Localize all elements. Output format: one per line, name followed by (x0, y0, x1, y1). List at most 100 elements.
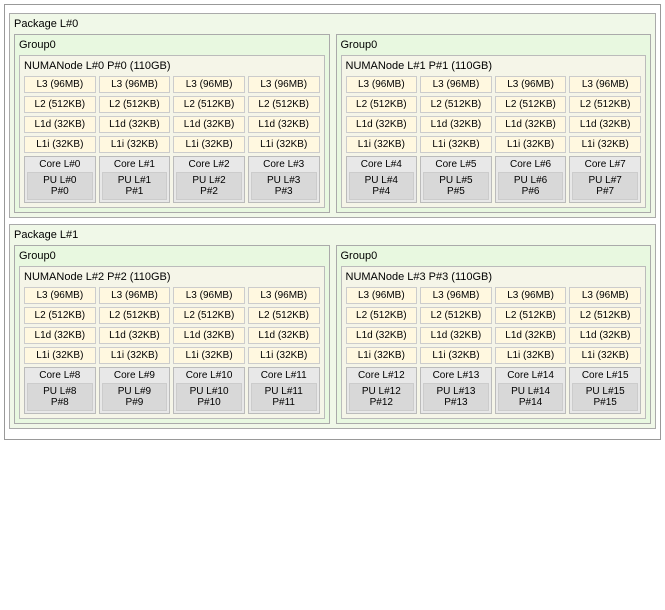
cache-cell-1-1-3-2: L1i (32KB) (495, 347, 567, 364)
cache-cell-0-0-1-0: L2 (512KB) (24, 96, 96, 113)
group-1-0: Group0NUMANode L#2 P#2 (110GB)L3 (96MB)L… (14, 245, 330, 424)
package-inner-1: Group0NUMANode L#2 P#2 (110GB)L3 (96MB)L… (14, 245, 651, 424)
cache-cell-0-1-1-1: L2 (512KB) (420, 96, 492, 113)
cache-cell-1-0-1-0: L2 (512KB) (24, 307, 96, 324)
numa-1-0: NUMANode L#2 P#2 (110GB)L3 (96MB)L3 (96M… (19, 266, 325, 419)
cache-cell-1-1-3-0: L1i (32KB) (346, 347, 418, 364)
core-title-1-1-3: Core L#15 (572, 370, 638, 381)
cache-cell-1-0-3-2: L1i (32KB) (173, 347, 245, 364)
cache-cell-0-0-2-3: L1d (32KB) (248, 116, 320, 133)
cache-cell-1-0-0-3: L3 (96MB) (248, 287, 320, 304)
cache-cell-1-0-2-3: L1d (32KB) (248, 327, 320, 344)
pu-box-0-1-0: PU L#4P#4 (349, 172, 415, 200)
core-box-1-0-0: Core L#8PU L#8P#8 (24, 367, 96, 414)
core-box-0-0-2: Core L#2 PU L#2P#2 (173, 156, 245, 203)
pu-box-0-0-0: PU L#0P#0 (27, 172, 93, 200)
cache-cell-0-0-1-1: L2 (512KB) (99, 96, 171, 113)
cores-row-0-0: Core L#0PU L#0P#0Core L#1PU L#1P#1Core L… (24, 156, 320, 203)
cache-cell-1-0-1-2: L2 (512KB) (173, 307, 245, 324)
packages-container: Package L#0 Group0 NUMANode L#0 P#0 (110GB… (9, 13, 656, 429)
cache-cell-0-0-0-2: L3 (96MB) (173, 76, 245, 93)
pu-box-1-1-2: PU L#14P#14 (498, 383, 564, 411)
cache-cell-0-1-2-1: L1d (32KB) (420, 116, 492, 133)
cache-cell-1-0-3-1: L1i (32KB) (99, 347, 171, 364)
cache-cell-0-1-2-3: L1d (32KB) (569, 116, 641, 133)
numa-title-0-1: NUMANode L#1 P#1 (110GB) (346, 60, 642, 72)
cache-cell-1-1-0-0: L3 (96MB) (346, 287, 418, 304)
numa-title-1-1: NUMANode L#3 P#3 (110GB) (346, 271, 642, 283)
core-title-0-1-3: Core L#7 (572, 159, 638, 170)
cache-cell-0-0-3-1: L1i (32KB) (99, 136, 171, 153)
machine-box: Package L#0 Group0 NUMANode L#0 P#0 (110GB… (4, 4, 661, 440)
package-title-0: Package L#0 (14, 18, 651, 30)
core-title-0-1-1: Core L#5 (423, 159, 489, 170)
pu-box-0-1-3: PU L#7P#7 (572, 172, 638, 200)
cache-cell-0-0-0-1: L3 (96MB) (99, 76, 171, 93)
core-box-1-1-3: Core L#15PU L#15P#15 (569, 367, 641, 414)
core-title-1-1-2: Core L#14 (498, 370, 564, 381)
package-title-1: Package L#1 (14, 229, 651, 241)
cache-row-0-1-3: L1i (32KB)L1i (32KB)L1i (32KB)L1i (32KB) (346, 136, 642, 153)
cache-cell-0-1-2-2: L1d (32KB) (495, 116, 567, 133)
core-title-1-0-0: Core L#8 (27, 370, 93, 381)
package-inner-0: Group0NUMANode L#0 P#0 (110GB)L3 (96MB)L… (14, 34, 651, 213)
group-0-0: Group0NUMANode L#0 P#0 (110GB)L3 (96MB)L… (14, 34, 330, 213)
core-title-0-1-0: Core L#4 (349, 159, 415, 170)
group-0-1: Group0NUMANode L#1 P#1 (110GB)L3 (96MB)L… (336, 34, 652, 213)
numa-1-1: NUMANode L#3 P#3 (110GB)L3 (96MB)L3 (96M… (341, 266, 647, 419)
core-title-1-0-2: Core L#10 (176, 370, 242, 381)
cache-cell-1-0-1-1: L2 (512KB) (99, 307, 171, 324)
cores-row-1-1: Core L#12 PU L#12P#12 Core L#13 PU L#13P#13… (346, 367, 642, 414)
cache-cell-0-1-1-2: L2 (512KB) (495, 96, 567, 113)
cache-cell-0-1-3-0: L1i (32KB) (346, 136, 418, 153)
cache-cell-0-0-1-2: L2 (512KB) (173, 96, 245, 113)
core-title-0-0-3: Core L#3 (251, 159, 317, 170)
cache-cell-1-1-2-3: L1d (32KB) (569, 327, 641, 344)
cache-cell-1-1-1-2: L2 (512KB) (495, 307, 567, 324)
cache-cell-0-1-0-0: L3 (96MB) (346, 76, 418, 93)
pu-box-0-0-2: PU L#2P#2 (176, 172, 242, 200)
numa-title-0-0: NUMANode L#0 P#0 (110GB) (24, 60, 320, 72)
core-box-1-1-2: Core L#14 PU L#14P#14 (495, 367, 567, 414)
cache-row-1-0-3: L1i (32KB)L1i (32KB)L1i (32KB)L1i (32KB) (24, 347, 320, 364)
package-1: Package L#1 Group0NUMANode L#2 P#2 (110GB… (9, 224, 656, 429)
cache-cell-0-0-0-0: L3 (96MB) (24, 76, 96, 93)
cache-cell-1-0-2-0: L1d (32KB) (24, 327, 96, 344)
core-box-1-0-1: Core L#9PU L#9P#9 (99, 367, 171, 414)
cache-cell-1-0-2-1: L1d (32KB) (99, 327, 171, 344)
group-title-0-0: Group0 (19, 39, 325, 51)
cache-cell-1-0-1-3: L2 (512KB) (248, 307, 320, 324)
pu-box-1-1-1: PU L#13P#13 (423, 383, 489, 411)
core-title-1-1-0: Core L#12 (349, 370, 415, 381)
cache-row-0-1-2: L1d (32KB)L1d (32KB)L1d (32KB)L1d (32KB) (346, 116, 642, 133)
core-box-0-0-1: Core L#1PU L#1P#1 (99, 156, 171, 203)
cache-cell-1-0-0-2: L3 (96MB) (173, 287, 245, 304)
cache-row-0-0-1: L2 (512KB)L2 (512KB)L2 (512KB)L2 (512KB) (24, 96, 320, 113)
numa-0-0: NUMANode L#0 P#0 (110GB)L3 (96MB)L3 (96M… (19, 55, 325, 208)
cache-cell-1-1-3-1: L1i (32KB) (420, 347, 492, 364)
core-title-1-1-1: Core L#13 (423, 370, 489, 381)
cache-cell-1-1-2-0: L1d (32KB) (346, 327, 418, 344)
cache-cell-1-1-0-3: L3 (96MB) (569, 287, 641, 304)
package-0: Package L#0 Group0 NUMANode L#0 P#0 (110GB… (9, 13, 656, 218)
cache-cell-1-0-2-2: L1d (32KB) (173, 327, 245, 344)
pu-box-0-0-1: PU L#1P#1 (102, 172, 168, 200)
cache-row-1-0-0: L3 (96MB)L3 (96MB)L3 (96MB)L3 (96MB) (24, 287, 320, 304)
cache-cell-1-1-0-2: L3 (96MB) (495, 287, 567, 304)
pu-box-1-1-0: PU L#12P#12 (349, 383, 415, 411)
cache-cell-1-1-2-2: L1d (32KB) (495, 327, 567, 344)
cache-cell-1-1-2-1: L1d (32KB) (420, 327, 492, 344)
core-title-0-0-2: Core L#2 (176, 159, 242, 170)
cache-cell-0-0-3-2: L1i (32KB) (173, 136, 245, 153)
cache-cell-0-0-0-3: L3 (96MB) (248, 76, 320, 93)
core-box-1-1-1: Core L#13 PU L#13P#13 (420, 367, 492, 414)
cache-cell-0-0-2-2: L1d (32KB) (173, 116, 245, 133)
cache-cell-1-1-1-1: L2 (512KB) (420, 307, 492, 324)
cache-cell-0-1-2-0: L1d (32KB) (346, 116, 418, 133)
cache-row-1-1-0: L3 (96MB)L3 (96MB)L3 (96MB)L3 (96MB) (346, 287, 642, 304)
cache-cell-1-1-3-3: L1i (32KB) (569, 347, 641, 364)
cache-cell-0-1-0-1: L3 (96MB) (420, 76, 492, 93)
core-box-1-0-3: Core L#11PU L#11P#11 (248, 367, 320, 414)
core-box-0-1-3: Core L#7 PU L#7P#7 (569, 156, 641, 203)
core-box-1-1-0: Core L#12 PU L#12P#12 (346, 367, 418, 414)
